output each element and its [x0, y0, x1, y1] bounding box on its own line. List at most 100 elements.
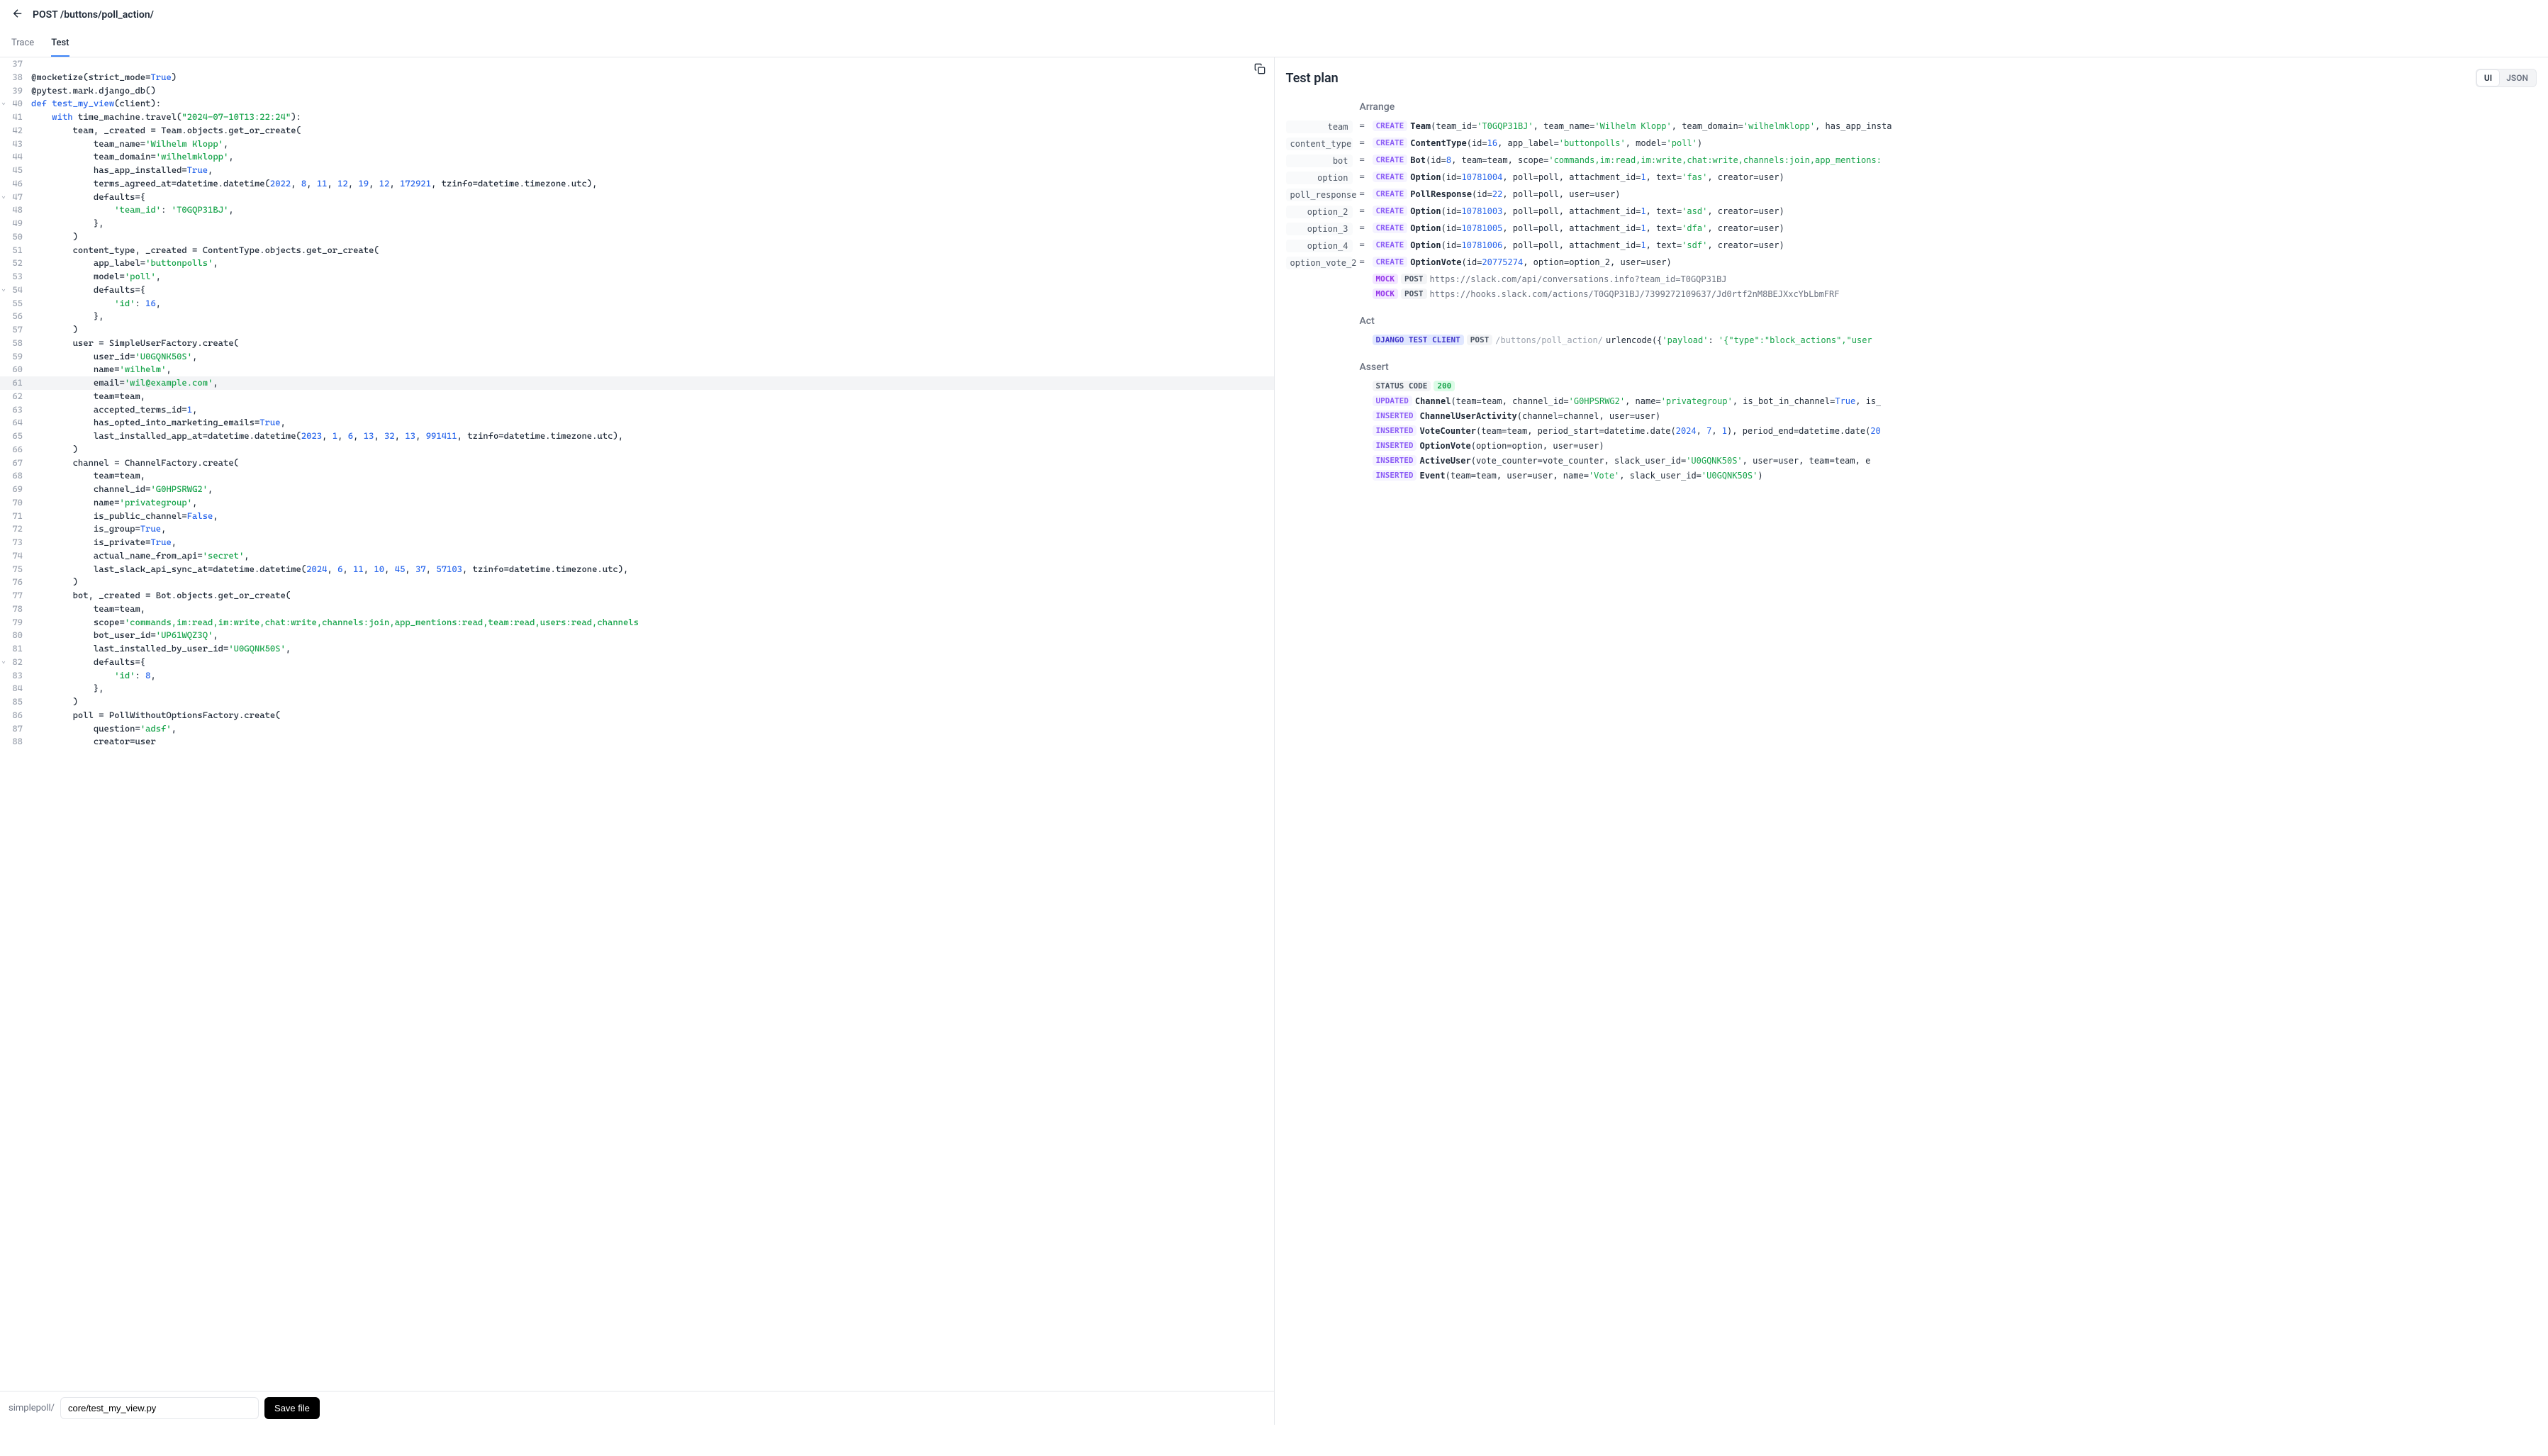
arrange-row[interactable]: option_3=CREATE Option(id=10781005, poll…: [1275, 220, 2548, 237]
code-line[interactable]: 61 email='wil@example.com',: [0, 376, 1274, 390]
code-line[interactable]: 40def test_my_view(client):: [0, 97, 1274, 111]
file-path-input[interactable]: [60, 1397, 259, 1419]
code-line[interactable]: 55 'id': 16,: [0, 297, 1274, 310]
assert-row[interactable]: INSERTED VoteCounter(team=team, period_s…: [1275, 423, 2548, 438]
arrange-body: Option(id=10781004, poll=poll, attachmen…: [1410, 172, 1784, 182]
toggle-ui[interactable]: UI: [2476, 69, 2500, 86]
assert-row[interactable]: INSERTED Event(team=team, user=user, nam…: [1275, 468, 2548, 483]
assert-row[interactable]: INSERTED ActiveUser(vote_counter=vote_co…: [1275, 453, 2548, 468]
status-row: STATUS CODE 200: [1275, 379, 2548, 393]
arrange-row[interactable]: option_2=CREATE Option(id=10781003, poll…: [1275, 203, 2548, 220]
code-line[interactable]: 39@pytest.mark.django_db(): [0, 84, 1274, 98]
code-line[interactable]: 53 model='poll',: [0, 270, 1274, 284]
create-badge: CREATE: [1373, 223, 1408, 233]
code-line[interactable]: 87 question='adsf',: [0, 722, 1274, 736]
code-line[interactable]: 80 bot_user_id='UP61WQZ3Q',: [0, 629, 1274, 642]
code-line[interactable]: 38@mocketize(strict_mode=True): [0, 71, 1274, 84]
act-method-badge: POST: [1467, 335, 1493, 345]
code-line[interactable]: 84 },: [0, 682, 1274, 695]
arrange-body: ContentType(id=16, app_label='buttonpoll…: [1410, 138, 1702, 148]
arrange-row[interactable]: poll_response=CREATE PollResponse(id=22,…: [1275, 186, 2548, 203]
back-icon[interactable]: [11, 7, 24, 23]
create-badge: CREATE: [1373, 206, 1408, 216]
code-line[interactable]: 75 last_slack_api_sync_at=datetime.datet…: [0, 563, 1274, 576]
create-badge: CREATE: [1373, 172, 1408, 182]
save-button[interactable]: Save file: [264, 1397, 320, 1419]
create-badge: CREATE: [1373, 155, 1408, 165]
tab-test[interactable]: Test: [51, 30, 69, 57]
assert-badge: INSERTED: [1373, 425, 1417, 436]
code-line[interactable]: 37: [0, 57, 1274, 71]
code-line[interactable]: 59 user_id='U0GQNK50S',: [0, 350, 1274, 364]
code-line[interactable]: 65 last_installed_app_at=datetime.dateti…: [0, 430, 1274, 443]
code-line[interactable]: 62 team=team,: [0, 390, 1274, 403]
code-line[interactable]: 67 channel = ChannelFactory.create(: [0, 457, 1274, 470]
code-line[interactable]: 63 accepted_terms_id=1,: [0, 403, 1274, 417]
tabs: Trace Test: [0, 30, 2548, 57]
code-line[interactable]: 86 poll = PollWithoutOptionsFactory.crea…: [0, 709, 1274, 722]
code-line[interactable]: 70 name='privategroup',: [0, 496, 1274, 510]
code-line[interactable]: 49 },: [0, 217, 1274, 230]
code-line[interactable]: 51 content_type, _created = ContentType.…: [0, 244, 1274, 257]
toggle-json[interactable]: JSON: [2499, 70, 2535, 86]
code-line[interactable]: 60 name='wilhelm',: [0, 363, 1274, 376]
code-line[interactable]: 42 team, _created = Team.objects.get_or_…: [0, 124, 1274, 138]
assert-row[interactable]: UPDATED Channel(team=team, channel_id='G…: [1275, 393, 2548, 408]
code-line[interactable]: 54 defaults={: [0, 284, 1274, 297]
arrange-row[interactable]: option_vote_2=CREATE OptionVote(id=20775…: [1275, 254, 2548, 271]
assert-badge: INSERTED: [1373, 410, 1417, 421]
code-panel: 3738@mocketize(strict_mode=True)39@pytes…: [0, 57, 1275, 1425]
code-line[interactable]: 41 with time_machine.travel("2024-07-10T…: [0, 111, 1274, 124]
code-line[interactable]: 57 ): [0, 323, 1274, 337]
code-line[interactable]: 71 is_public_channel=False,: [0, 510, 1274, 523]
mock-row[interactable]: MOCK POST https://slack.com/api/conversa…: [1275, 271, 2548, 286]
code-line[interactable]: 44 team_domain='wilhelmklopp',: [0, 150, 1274, 164]
assert-row[interactable]: INSERTED ChannelUserActivity(channel=cha…: [1275, 408, 2548, 423]
code-line[interactable]: 50 ): [0, 230, 1274, 244]
tab-trace[interactable]: Trace: [11, 30, 34, 57]
code-line[interactable]: 69 channel_id='G0HPSRWG2',: [0, 483, 1274, 496]
code-line[interactable]: 58 user = SimpleUserFactory.create(: [0, 337, 1274, 350]
code-line[interactable]: 73 is_private=True,: [0, 536, 1274, 549]
code-line[interactable]: 81 last_installed_by_user_id='U0GQNK50S'…: [0, 642, 1274, 656]
arrange-row[interactable]: option=CREATE Option(id=10781004, poll=p…: [1275, 169, 2548, 186]
code-line[interactable]: 45 has_app_installed=True,: [0, 164, 1274, 177]
code-line[interactable]: 66 ): [0, 443, 1274, 457]
assert-row[interactable]: INSERTED OptionVote(option=option, user=…: [1275, 438, 2548, 453]
code-line[interactable]: 48 'team_id': 'T0GQP31BJ',: [0, 203, 1274, 217]
code-line[interactable]: 56 },: [0, 310, 1274, 323]
arrange-label: team: [1286, 121, 1353, 133]
code-line[interactable]: 85 ): [0, 695, 1274, 709]
code-line[interactable]: 79 scope='commands,im:read,im:write,chat…: [0, 616, 1274, 629]
code-line[interactable]: 88 creator=user: [0, 735, 1274, 749]
page-title: POST /buttons/poll_action/: [33, 9, 154, 21]
code-line[interactable]: 72 is_group=True,: [0, 522, 1274, 536]
code-line[interactable]: 82 defaults={: [0, 656, 1274, 669]
code-line[interactable]: 76 ): [0, 576, 1274, 589]
code-line[interactable]: 64 has_opted_into_marketing_emails=True,: [0, 416, 1274, 430]
code-line[interactable]: 78 team=team,: [0, 603, 1274, 616]
code-line[interactable]: 47 defaults={: [0, 191, 1274, 204]
section-assert-heading: Assert: [1275, 356, 2548, 379]
code-editor[interactable]: 3738@mocketize(strict_mode=True)39@pytes…: [0, 57, 1274, 1391]
copy-icon[interactable]: [1254, 63, 1265, 79]
arrange-row[interactable]: bot=CREATE Bot(id=8, team=team, scope='c…: [1275, 152, 2548, 169]
status-code-value: 200: [1434, 381, 1455, 391]
assert-body: VoteCounter(team=team, period_start=date…: [1419, 426, 1880, 436]
arrange-label: option: [1286, 172, 1353, 184]
code-line[interactable]: 46 terms_agreed_at=datetime.datetime(202…: [0, 177, 1274, 191]
section-arrange-heading: Arrange: [1275, 96, 2548, 118]
code-line[interactable]: 77 bot, _created = Bot.objects.get_or_cr…: [0, 589, 1274, 603]
code-line[interactable]: 68 team=team,: [0, 469, 1274, 483]
code-line[interactable]: 43 team_name='Wilhelm Klopp',: [0, 138, 1274, 151]
panel-title: Test plan: [1286, 71, 1339, 86]
arrange-row[interactable]: option_4=CREATE Option(id=10781006, poll…: [1275, 237, 2548, 254]
arrange-row[interactable]: content_type=CREATE ContentType(id=16, a…: [1275, 135, 2548, 152]
arrange-row[interactable]: team=CREATE Team(team_id='T0GQP31BJ', te…: [1275, 118, 2548, 135]
mock-row[interactable]: MOCK POST https://hooks.slack.com/action…: [1275, 286, 2548, 301]
code-line[interactable]: 74 actual_name_from_api='secret',: [0, 549, 1274, 563]
code-line[interactable]: 83 'id': 8,: [0, 669, 1274, 683]
section-act-heading: Act: [1275, 310, 2548, 332]
code-line[interactable]: 52 app_label='buttonpolls',: [0, 257, 1274, 270]
assert-badge: INSERTED: [1373, 440, 1417, 451]
